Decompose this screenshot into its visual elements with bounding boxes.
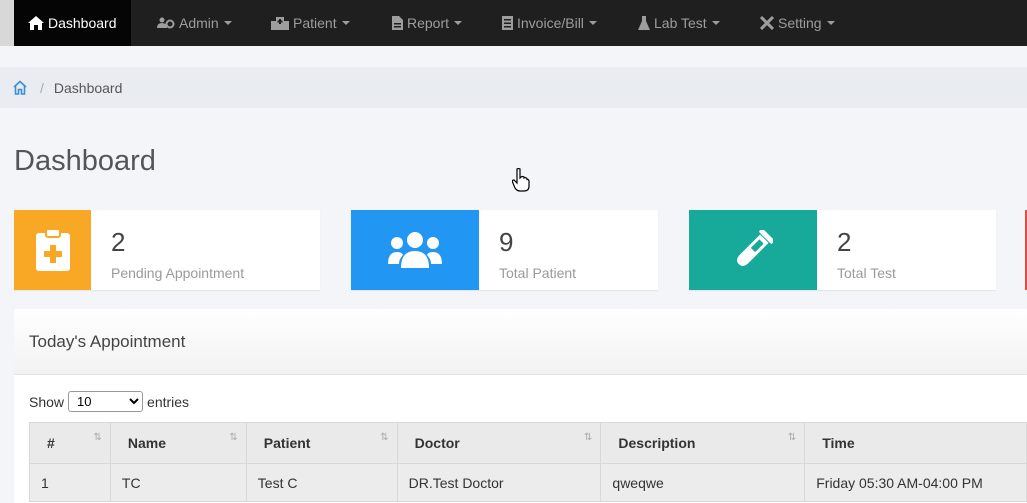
nav-patient-label: Patient [293, 15, 337, 31]
home-icon[interactable] [12, 80, 28, 95]
top-navbar: Dashboard Admin Patient Report Invoice/B… [0, 0, 1027, 46]
appointments-table: # ⇅ Name ⇅ Patient ⇅ Doctor ⇅ Description ⇅ T… [29, 422, 1027, 502]
col-header-description[interactable]: Description ⇅ [600, 422, 806, 464]
cell-time: Friday 05:30 AM-04:00 PM [804, 463, 1027, 502]
nav-admin[interactable]: Admin [157, 0, 232, 46]
page-title: Dashboard [14, 145, 156, 177]
panel-header: Today's Appointment [14, 309, 1027, 375]
todays-appointment-panel: Today's Appointment Show 10 entries # ⇅ N… [14, 309, 1027, 503]
cell-description: qweqwe [600, 463, 806, 502]
nav-invoice-label: Invoice/Bill [517, 15, 584, 31]
nav-lab-test-label: Lab Test [654, 15, 707, 31]
stat-total-test[interactable]: 2 Total Test [689, 210, 996, 290]
col-header-number[interactable]: # ⇅ [29, 422, 111, 464]
nav-setting-label: Setting [778, 15, 822, 31]
nav-report[interactable]: Report [392, 0, 463, 46]
receipt-icon [502, 16, 513, 30]
stat-icon-bg [14, 210, 91, 290]
stat-label: Total Test [837, 265, 896, 281]
breadcrumb-current: Dashboard [53, 79, 123, 96]
chevron-down-icon [588, 21, 597, 25]
stat-pending-appointment[interactable]: 2 Pending Appointment [14, 210, 320, 290]
cell-name: TC [109, 463, 247, 502]
stat-value: 2 [111, 227, 126, 257]
nav-lab-test[interactable]: Lab Test [638, 0, 720, 46]
nav-patient[interactable]: Patient [271, 0, 350, 46]
sort-icon[interactable]: ⇅ [94, 432, 102, 443]
page-size-control: Show 10 entries [29, 391, 189, 412]
flask-icon [638, 16, 650, 30]
nav-report-label: Report [407, 15, 450, 31]
col-header-name[interactable]: Name ⇅ [109, 422, 247, 464]
entries-select[interactable]: 10 [68, 391, 144, 412]
nav-dashboard[interactable]: Dashboard [14, 0, 131, 46]
breadcrumb: / Dashboard [0, 67, 1027, 108]
stat-value: 9 [499, 227, 514, 257]
stat-label: Total Patient [499, 265, 577, 281]
chevron-down-icon [341, 21, 350, 25]
tools-icon [760, 16, 774, 30]
chevron-down-icon [454, 21, 463, 25]
nav-dashboard-label: Dashboard [48, 15, 117, 31]
hospital-icon [271, 16, 289, 30]
stat-icon-bg [689, 210, 817, 290]
nav-invoice[interactable]: Invoice/Bill [502, 0, 597, 46]
clipboard-medical-icon [35, 229, 70, 271]
entries-label: entries [147, 393, 190, 410]
sort-icon[interactable]: ⇅ [788, 432, 796, 443]
col-header-time[interactable]: Time [804, 422, 1027, 464]
col-header-doctor[interactable]: Doctor ⇅ [396, 422, 602, 464]
stat-icon-bg [351, 210, 479, 290]
breadcrumb-separator: / [40, 79, 44, 96]
users-cog-icon [157, 17, 175, 29]
cell-patient: Test C [245, 463, 398, 502]
chevron-down-icon [711, 21, 720, 25]
home-icon [28, 16, 44, 30]
stat-value: 2 [837, 227, 852, 257]
col-header-patient[interactable]: Patient ⇅ [245, 422, 398, 464]
stat-label: Pending Appointment [111, 265, 245, 281]
panel-title: Today's Appointment [29, 332, 186, 351]
table-header-row: # ⇅ Name ⇅ Patient ⇅ Doctor ⇅ Description ⇅ T… [29, 422, 1027, 464]
users-icon [388, 232, 442, 268]
sort-icon[interactable]: ⇅ [229, 432, 237, 443]
cell-number: 1 [29, 463, 111, 502]
navbar-edge [0, 0, 14, 46]
chevron-down-icon [826, 21, 835, 25]
test-tube-icon [737, 230, 773, 266]
hand-cursor-icon [512, 168, 530, 192]
cell-doctor: DR.Test Doctor [396, 463, 602, 502]
stat-total-patient[interactable]: 9 Total Patient [351, 210, 658, 290]
sort-icon[interactable]: ⇅ [584, 432, 592, 443]
show-label: Show [29, 393, 65, 410]
file-icon [392, 16, 403, 30]
table-row[interactable]: 1 TC Test C DR.Test Doctor qweqwe Friday… [29, 463, 1027, 502]
nav-admin-label: Admin [179, 15, 219, 31]
chevron-down-icon [223, 21, 232, 25]
sort-icon[interactable]: ⇅ [380, 432, 388, 443]
nav-setting[interactable]: Setting [760, 0, 835, 46]
